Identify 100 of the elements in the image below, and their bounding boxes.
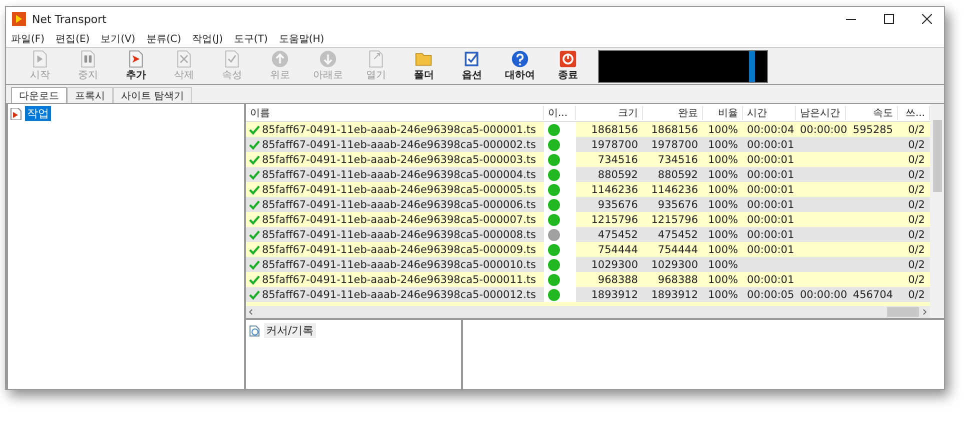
table-cell: 734516: [598, 154, 638, 166]
table-cell: 935676: [658, 198, 698, 210]
column-header[interactable]: 이름: [246, 106, 544, 120]
table-cell: 00:00:04: [747, 124, 794, 136]
table-cell: 1146236: [651, 184, 698, 196]
table-cell: 475452: [658, 228, 698, 240]
table-cell: 85faff67-0491-11eb-aaab-246e96398ca5-000008.ts: [262, 228, 536, 240]
table-cell: 1868156: [651, 124, 698, 136]
tab[interactable]: 다운로드: [11, 87, 67, 103]
table-cell: 85faff67-0491-11eb-aaab-246e96398ca5-000009.ts: [262, 244, 536, 256]
toolbar-button[interactable]: 옵션: [448, 49, 496, 83]
table-cell: 00:00:01: [747, 138, 794, 150]
table-cell: 0/2: [908, 198, 925, 210]
menu-item[interactable]: 작업(J): [192, 32, 223, 46]
table-cell: 0/2: [908, 154, 925, 166]
toolbar-button[interactable]: 추가: [112, 49, 160, 83]
column-header[interactable]: 시간: [743, 106, 796, 120]
tab[interactable]: 사이트 탐색기: [113, 87, 192, 103]
table-cell: 0/2: [908, 228, 925, 240]
table-cell: 85faff67-0491-11eb-aaab-246e96398ca5-000003.ts: [262, 154, 536, 166]
table-cell: 100%: [708, 184, 738, 196]
table-cell: 100%: [708, 258, 738, 270]
table-cell: 0/2: [908, 168, 925, 180]
tree-item[interactable]: 커서/기록: [264, 323, 316, 338]
table-cell: 0/2: [908, 288, 925, 300]
menu-item[interactable]: 편집(E): [56, 32, 90, 46]
table-cell: 1215796: [591, 214, 638, 226]
menu-item[interactable]: 보기(V): [100, 32, 136, 46]
check-icon: [249, 214, 260, 224]
table-cell: 100%: [708, 154, 738, 166]
check-icon: [249, 140, 260, 150]
table-cell: 734516: [658, 154, 698, 166]
close-icon[interactable]: [922, 14, 932, 24]
table-cell: 1029300: [591, 258, 638, 270]
menu-item[interactable]: 도움말(H): [278, 32, 324, 46]
table-cell: 968388: [658, 274, 698, 286]
table-cell: 00:00:05: [747, 288, 794, 300]
table-cell: 1978700: [591, 138, 638, 150]
vertical-scrollbar[interactable]: [930, 104, 944, 318]
table-cell: 00:00:01: [747, 198, 794, 210]
toolbar-button[interactable]: 대하여: [496, 49, 544, 83]
check-icon: [249, 184, 260, 194]
table-cell: 85faff67-0491-11eb-aaab-246e96398ca5-000006.ts: [262, 198, 536, 210]
tree-item[interactable]: 작업: [25, 106, 51, 121]
check-icon: [249, 274, 260, 284]
horizontal-scrollbar[interactable]: [246, 306, 930, 318]
scroll-left-icon[interactable]: [248, 308, 255, 316]
table-cell: 85faff67-0491-11eb-aaab-246e96398ca5-000002.ts: [262, 138, 536, 150]
add-file-icon: [127, 50, 145, 68]
table-cell: 1146236: [591, 184, 638, 196]
column-header[interactable]: 비율: [703, 106, 743, 120]
table-cell: 754444: [598, 244, 638, 256]
column-header[interactable]: 완료: [643, 106, 703, 120]
check-icon: [249, 200, 260, 210]
table-cell: 595285: [852, 124, 893, 136]
tab[interactable]: 프록시: [67, 87, 113, 103]
table-cell: 1868156: [591, 124, 638, 136]
toolbar-button[interactable]: 폴더: [400, 49, 448, 83]
table-cell: 00:00:01: [747, 228, 794, 240]
column-header[interactable]: 이...: [544, 106, 576, 120]
table-cell: 85faff67-0491-11eb-aaab-246e96398ca5-000005.ts: [262, 184, 536, 196]
table-cell: 0/2: [908, 214, 925, 226]
scroll-thumb[interactable]: [932, 120, 942, 192]
table-cell: 0/2: [908, 184, 925, 196]
table-cell: 100%: [708, 228, 738, 240]
scroll-right-icon[interactable]: [921, 308, 928, 316]
menu-item[interactable]: 분류(C): [146, 32, 182, 46]
play-icon: [31, 50, 49, 68]
check-icon: [249, 260, 260, 270]
table-cell: 85faff67-0491-11eb-aaab-246e96398ca5-000012.ts: [262, 288, 536, 300]
scroll-thumb[interactable]: [886, 307, 920, 317]
check-icon: [249, 244, 260, 254]
table-cell: 754444: [658, 244, 698, 256]
log-icon: [249, 324, 261, 336]
table-cell: 475452: [598, 228, 638, 240]
table-cell: 1029300: [651, 258, 698, 270]
table-cell: 880592: [598, 168, 638, 180]
pause-icon: [79, 50, 97, 68]
check-file-icon: [223, 50, 241, 68]
toolbar-button[interactable]: 종료: [544, 49, 592, 83]
table-cell: 0/2: [908, 244, 925, 256]
menu-item[interactable]: 도구(T): [234, 32, 268, 46]
column-header[interactable]: 속도: [846, 106, 898, 120]
table-cell: 456704: [852, 288, 893, 300]
check-icon: [249, 170, 260, 180]
menu-item[interactable]: 파일(F): [11, 32, 45, 46]
table-cell: 0/2: [908, 138, 925, 150]
maximize-icon[interactable]: [884, 14, 894, 24]
table-cell: 0/2: [908, 274, 925, 286]
table-cell: 00:00:01: [747, 168, 794, 180]
table-cell: 968388: [598, 274, 638, 286]
check-icon: [249, 124, 260, 134]
table-cell: 100%: [708, 138, 738, 150]
help-icon: [511, 50, 529, 68]
table-cell: 00:00:01: [747, 244, 794, 256]
delete-file-icon: [175, 50, 193, 68]
table-cell: 100%: [708, 244, 738, 256]
folder-icon: [415, 50, 433, 68]
column-header[interactable]: 크기: [576, 106, 643, 120]
column-header[interactable]: 남은시간: [796, 106, 846, 120]
